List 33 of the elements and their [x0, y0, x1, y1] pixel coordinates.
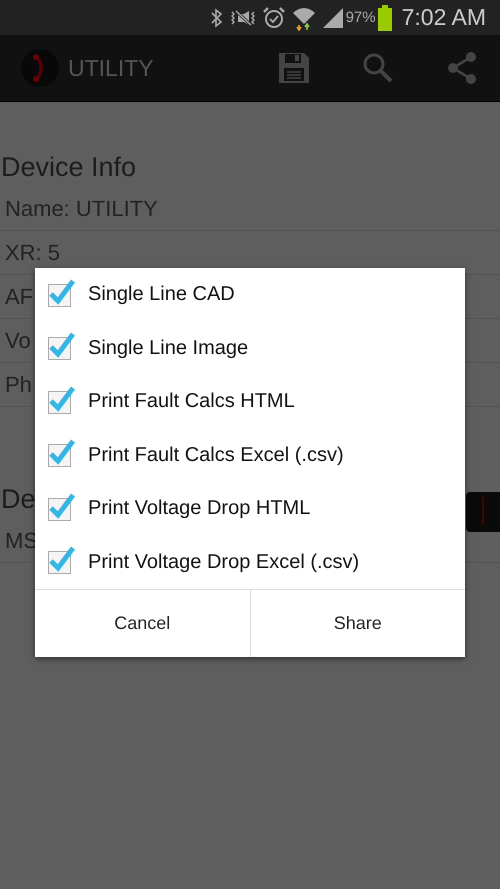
share-button[interactable]: Share — [250, 590, 465, 657]
info-row: Name: UTILITY — [5, 196, 158, 222]
checkbox[interactable] — [46, 437, 76, 468]
option-label: Print Voltage Drop Excel (.csv) — [88, 550, 360, 574]
search-icon[interactable] — [362, 52, 394, 84]
save-icon[interactable] — [278, 52, 310, 84]
info-row: Ph — [5, 372, 32, 398]
app-logo-icon — [20, 48, 60, 88]
app-title: UTILITY — [68, 54, 154, 82]
checkbox[interactable] — [46, 330, 76, 360]
section-heading: Device Info — [0, 151, 136, 184]
option-label: Print Voltage Drop HTML — [88, 497, 310, 520]
checkbox[interactable] — [46, 276, 76, 307]
cancel-button[interactable]: Cancel — [35, 590, 250, 657]
option-label: Print Fault Calcs HTML — [88, 390, 295, 414]
info-row: Vo — [5, 328, 31, 354]
checkbox[interactable] — [46, 544, 76, 574]
info-row: XR: 5 — [5, 240, 60, 266]
info-row: AF — [5, 284, 34, 310]
alarm-clock-icon — [262, 6, 286, 30]
section-heading: De — [0, 483, 36, 516]
checkbox[interactable] — [46, 490, 76, 521]
battery-icon — [378, 4, 392, 30]
share-icon[interactable] — [446, 52, 478, 84]
bluetooth-icon — [210, 8, 224, 28]
checkbox[interactable] — [46, 384, 76, 414]
clock: 7:02 AM — [402, 4, 486, 31]
vibrate-icon — [230, 8, 256, 26]
option-label: Print Fault Calcs Excel (.csv) — [88, 444, 344, 467]
battery-percent: 97% — [346, 9, 376, 26]
option-label: Single Line Image — [88, 336, 248, 360]
option-label: Single Line CAD — [88, 283, 235, 306]
signal-icon — [322, 6, 344, 28]
